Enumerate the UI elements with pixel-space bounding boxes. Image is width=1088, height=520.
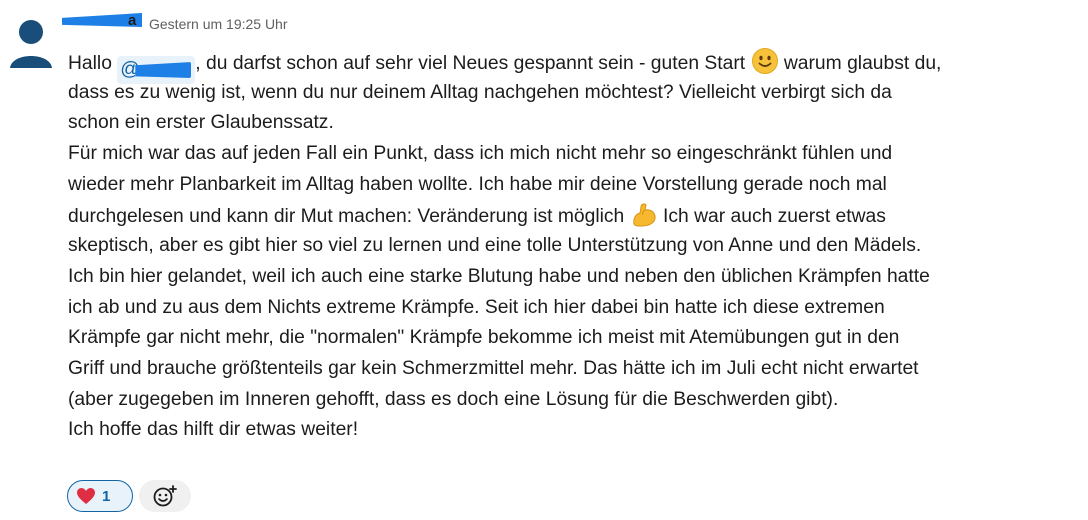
message-line: skeptisch, aber es gibt hier so viel zu … <box>68 235 922 257</box>
message-line: durchgelesen und kann dir Mut machen: Ve… <box>68 200 1083 231</box>
message-line: schon ein erster Glaubenssatz. <box>68 112 334 134</box>
message-line: wieder mehr Planbarkeit im Alltag haben … <box>68 173 887 195</box>
message-line: Hallo @, du darfst schon auf sehr viel N… <box>68 47 1083 84</box>
message-line: (aber zugegeben im Inneren gehofft, dass… <box>68 388 839 410</box>
add-reaction-button[interactable] <box>139 480 191 512</box>
message-line: dass es zu wenig ist, wenn du nur deinem… <box>68 81 892 103</box>
message-line: Krämpfe gar nicht mehr, die "normalen" K… <box>68 327 900 349</box>
message-body: Hallo @, du darfst schon auf sehr viel N… <box>68 47 1083 446</box>
message-line: Griff und brauche größtenteils gar kein … <box>68 357 919 379</box>
add-reaction-icon <box>153 485 177 507</box>
message-line: Ich bin hier gelandet, weil ich auch ein… <box>68 265 930 287</box>
author-name[interactable]: a <box>128 12 136 29</box>
user-avatar-icon[interactable] <box>8 12 54 72</box>
message-timestamp[interactable]: Gestern um 19:25 Uhr <box>149 16 288 32</box>
flexed-biceps-emoji <box>632 203 656 227</box>
message-line: ich ab und zu aus dem Nichts extreme Krä… <box>68 296 885 318</box>
slightly-smiling-face-emoji <box>751 48 778 74</box>
reaction-count: 1 <box>102 487 111 505</box>
reaction-bar: 1 <box>67 480 191 514</box>
message-line: Für mich war das auf jeden Fall ein Punk… <box>68 143 893 165</box>
mention-redacted <box>135 62 192 78</box>
heart-reaction-button[interactable]: 1 <box>67 480 133 512</box>
message-line: Ich hoffe das hilft dir etwas weiter! <box>68 419 359 441</box>
user-mention[interactable]: @ <box>117 56 196 84</box>
heart-emoji <box>77 488 95 504</box>
